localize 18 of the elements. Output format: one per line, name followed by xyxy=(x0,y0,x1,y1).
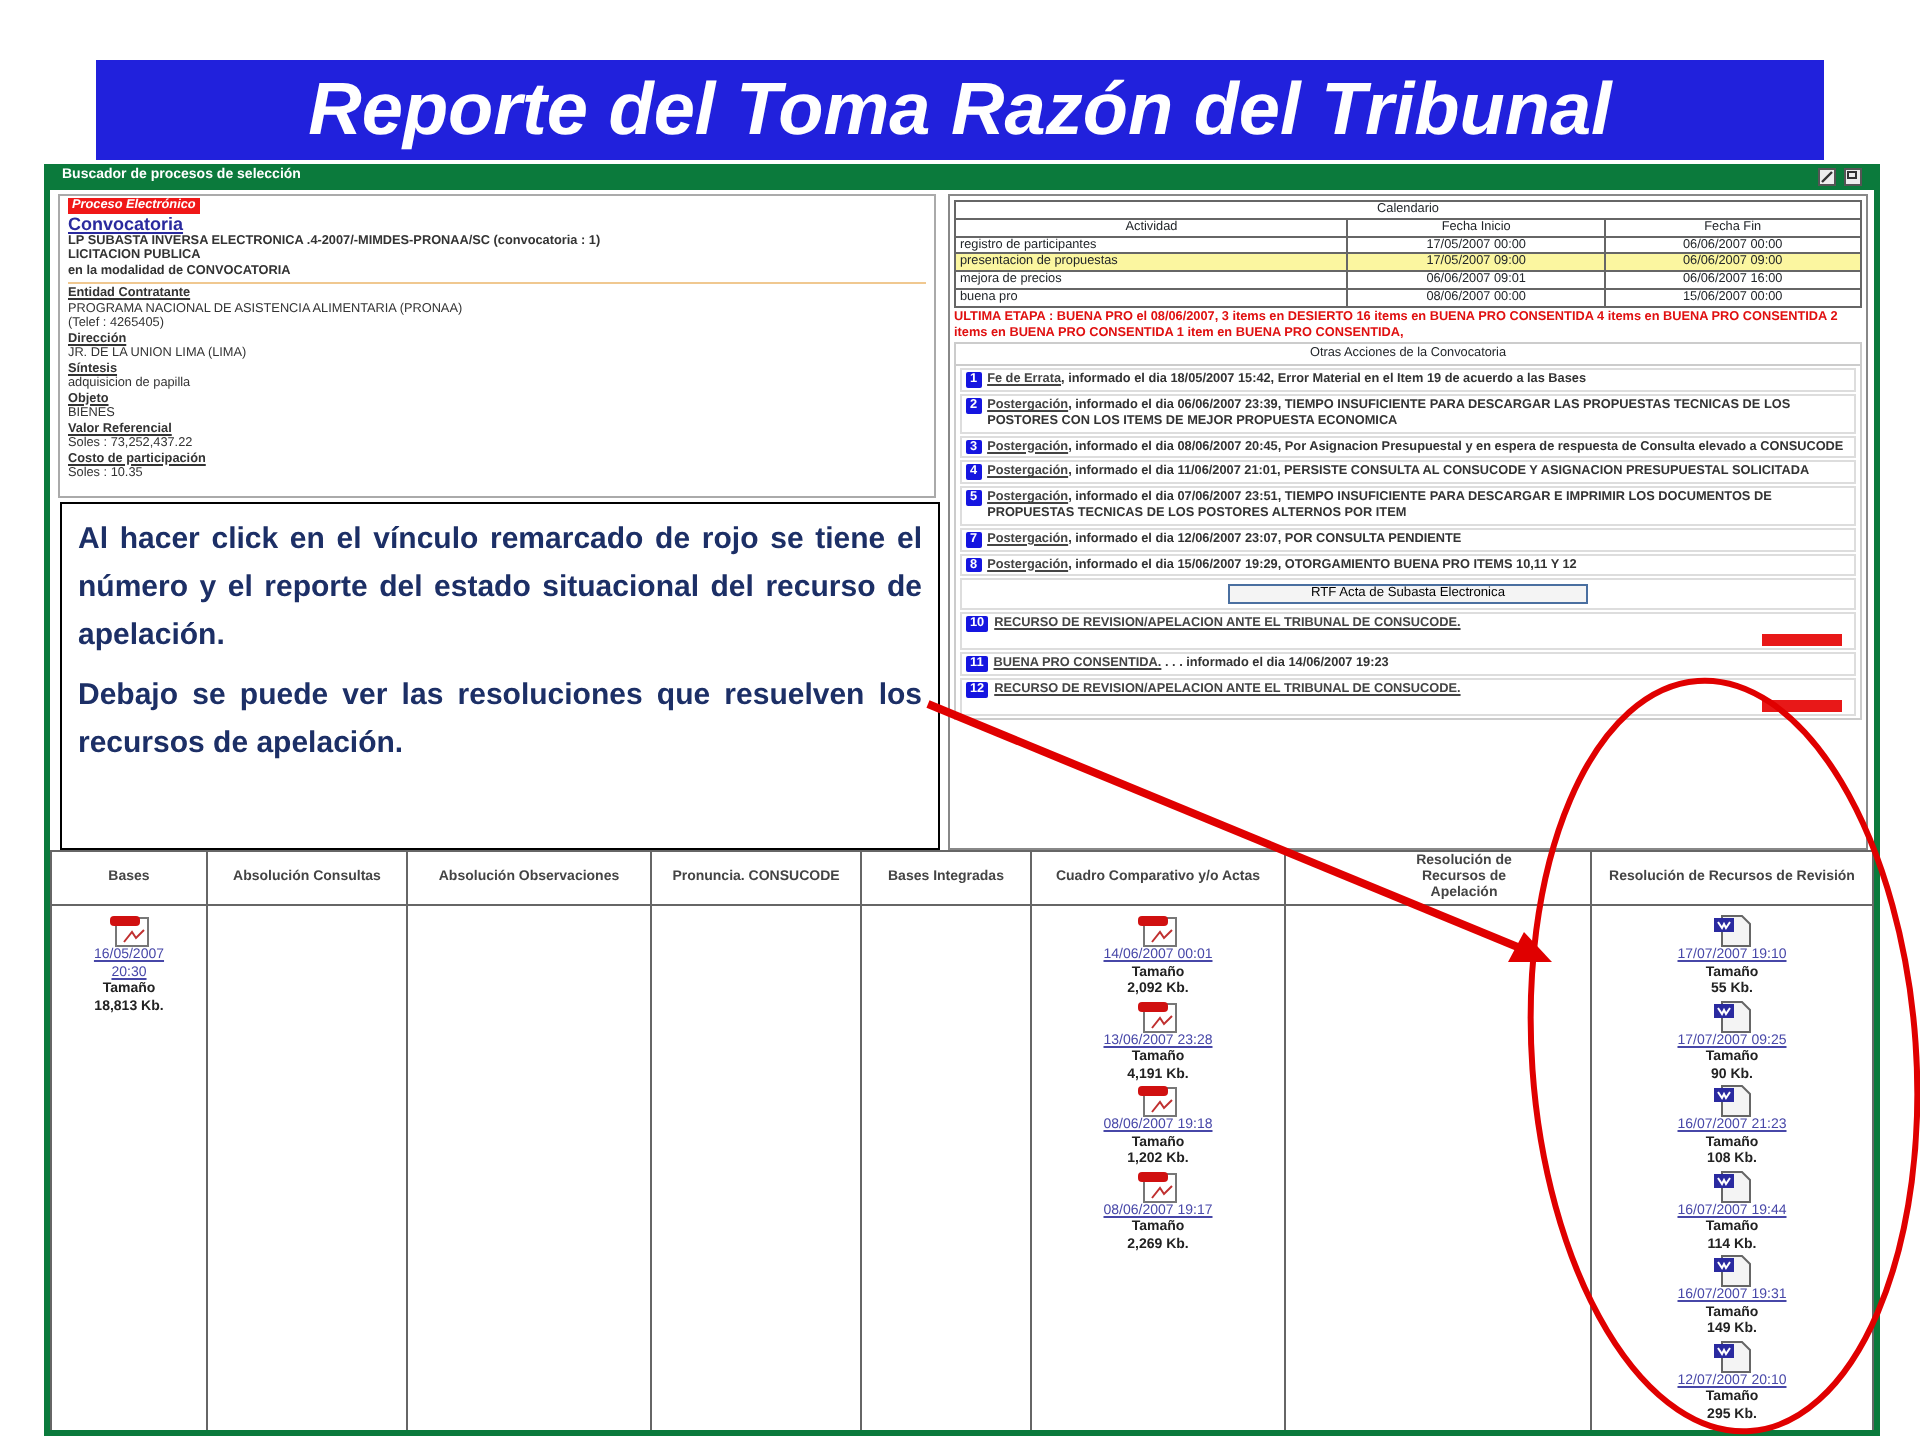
document-icon[interactable] xyxy=(1712,914,1752,948)
slide-title: Reporte del Toma Razón del Tribunal xyxy=(96,60,1824,160)
document-icon[interactable] xyxy=(1712,1084,1752,1118)
resolution-tag[interactable] xyxy=(1762,634,1842,647)
pdf-file-icon[interactable] xyxy=(1136,999,1180,1033)
callout-paragraph: Al hacer click en el vínculo remarcado de rojo se tiene el número y el reporte del estado situacional del recurso de apelación. xyxy=(78,520,922,656)
document-icon[interactable] xyxy=(1712,1254,1752,1288)
callout-paragraph: Debajo se puede ver las resoluciones que resuelven los recursos de apelación. xyxy=(78,676,922,764)
pdf-file-icon[interactable] xyxy=(1136,914,1180,948)
document-icon[interactable] xyxy=(1712,1339,1752,1373)
pencil-icon[interactable] xyxy=(1818,168,1836,186)
document-icon[interactable] xyxy=(1712,999,1752,1033)
window-icon[interactable] xyxy=(1844,168,1862,186)
pdf-file-icon[interactable] xyxy=(1136,1169,1180,1203)
pdf-file-icon[interactable] xyxy=(1136,1084,1180,1118)
document-icon[interactable] xyxy=(1712,1169,1752,1203)
pdf-file-icon[interactable] xyxy=(107,914,151,948)
convocatoria-link[interactable]: Convocatoria xyxy=(68,213,926,233)
